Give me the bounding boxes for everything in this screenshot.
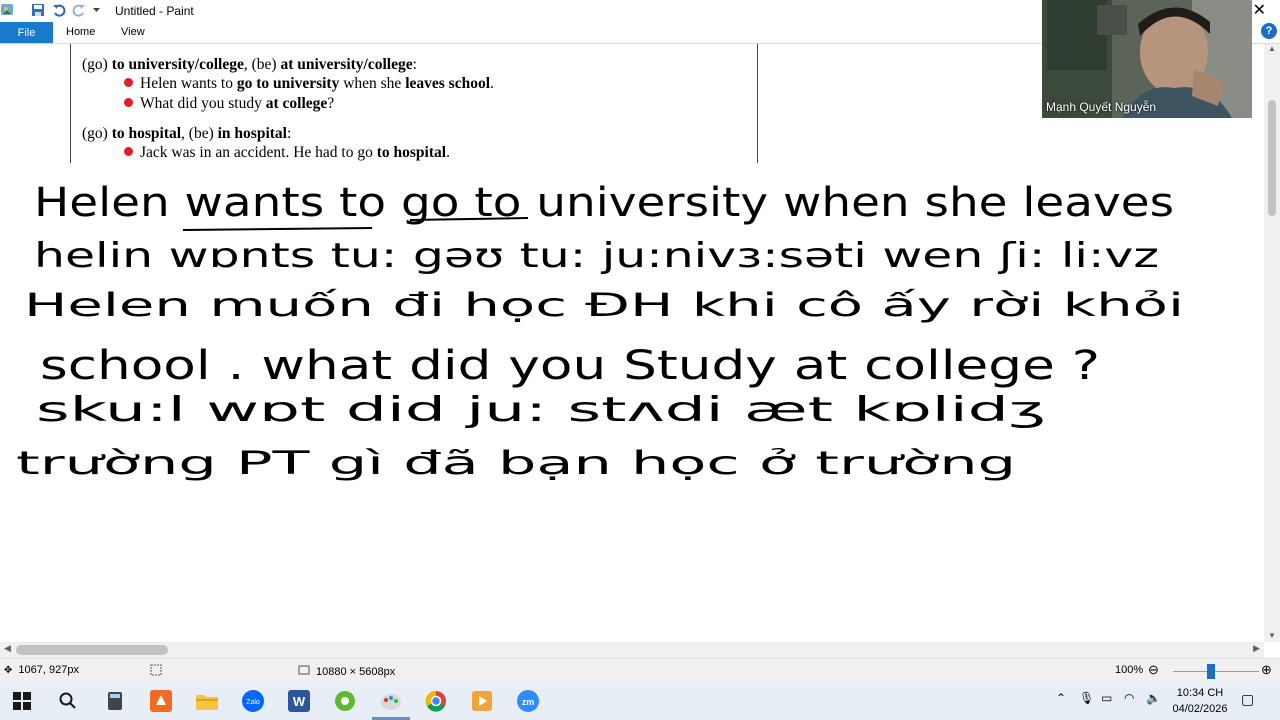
search-icon[interactable] [57,690,79,712]
zalo-label: Zalo [246,699,260,706]
file-explorer-icon[interactable] [196,690,218,712]
vertical-scroll-thumb[interactable] [1268,100,1276,216]
scroll-up-icon[interactable]: ▲ [1268,44,1276,53]
volume-icon[interactable]: 🔈 [1146,691,1161,705]
tab-file[interactable]: File [0,22,53,43]
taskbar: Zalo W zm ⌃ 🎙 ▭ ◠ 🔈 10:34 CH 04/02/2026 … [0,682,1280,720]
image-size-icon [298,664,310,679]
scroll-down-icon[interactable]: ▼ [1268,631,1276,640]
scroll-right-icon[interactable]: ▶ [1253,643,1260,654]
zoom-in-icon[interactable]: ⊕ [1261,662,1272,678]
handwritten-line: trường PT gì đã bạn học ở trường [16,444,1016,482]
horizontal-scroll-thumb[interactable] [16,645,168,655]
microphone-icon[interactable]: 🎙 [1079,691,1094,705]
chevron-up-icon[interactable]: ⌃ [1056,691,1066,705]
image-size: 10880 × 5608px [298,664,395,679]
paint-icon[interactable] [380,690,402,712]
close-icon[interactable]: ✕ [1253,0,1266,20]
notifications-icon[interactable]: ▢ [1241,691,1254,708]
video-participant-tile[interactable]: Mạnh Quyết Nguyễn [1042,0,1252,118]
undo-icon[interactable] [52,3,66,17]
paint-app-icon[interactable] [1,3,15,17]
move-cursor-icon: ✥ [4,664,13,676]
zoom-label: zm [522,697,535,707]
window-title: Untitled - Paint [115,4,194,18]
word-icon[interactable]: W [288,690,310,712]
customize-toolbar-icon[interactable] [92,5,101,14]
chrome-icon[interactable] [425,690,447,712]
participant-name: Mạnh Quyết Nguyễn [1046,100,1157,114]
clock-time: 10:34 CH [1176,687,1224,699]
zoom-slider-thumb[interactable] [1207,664,1215,679]
horizontal-scrollbar[interactable]: ◀ ▶ [0,642,1264,658]
cursor-position-value: 1067, 927px [18,664,79,676]
green-app-icon[interactable] [334,690,356,712]
word-label: W [293,694,306,709]
vertical-scrollbar[interactable]: ▲ ▼ [1264,44,1280,642]
start-icon[interactable] [11,690,33,712]
scroll-left-icon[interactable]: ◀ [4,643,11,654]
save-icon[interactable] [31,3,45,17]
cursor-position: ✥ 1067, 927px [4,664,79,676]
media-icon[interactable] [471,690,493,712]
zoom-out-icon[interactable]: ⊖ [1148,662,1159,678]
redo-icon[interactable] [72,3,86,17]
zalo-icon[interactable]: Zalo [242,690,264,712]
handwriting-layer: Helen wants to go to university when she… [16,180,1184,482]
foxit-icon[interactable] [150,690,172,712]
help-icon[interactable]: ? [1261,23,1277,39]
handwritten-line: Helen wants to go to university when she… [34,180,1174,226]
zoom-slider[interactable] [1173,671,1259,672]
tab-view[interactable]: View [121,26,145,38]
handwritten-line: sku:l wɒt did ju: stʌdi æt kɒlidʒ [36,390,1046,430]
handwritten-line: Helen muốn đi học ĐH khi cô ấy rời khỏi [24,286,1184,324]
status-bar: ✥ 1067, 927px 10880 × 5608px 100% ⊖ ⊕ [0,658,1280,683]
zoom-level: 100% [1115,664,1144,676]
handwritten-line: school . what did you Study at college ? [40,343,1100,389]
zoom-icon[interactable]: zm [517,690,539,712]
handwritten-line: helin wɒnts tu: gəʊ tu: ju:nivз:səti wen… [34,236,1159,276]
wifi-icon[interactable]: ◠ [1124,691,1134,705]
selection-size-icon [150,664,162,676]
tab-home[interactable]: Home [66,26,95,38]
image-size-value: 10880 × 5608px [316,665,396,678]
battery-icon[interactable]: ▭ [1101,691,1112,705]
clock-date: 04/02/2026 [1172,703,1228,715]
calculator-icon[interactable] [104,690,126,712]
system-clock[interactable]: 10:34 CH 04/02/2026 [1170,685,1230,717]
paint-canvas[interactable]: (go) to university/college, (be) at univ… [0,44,1264,642]
